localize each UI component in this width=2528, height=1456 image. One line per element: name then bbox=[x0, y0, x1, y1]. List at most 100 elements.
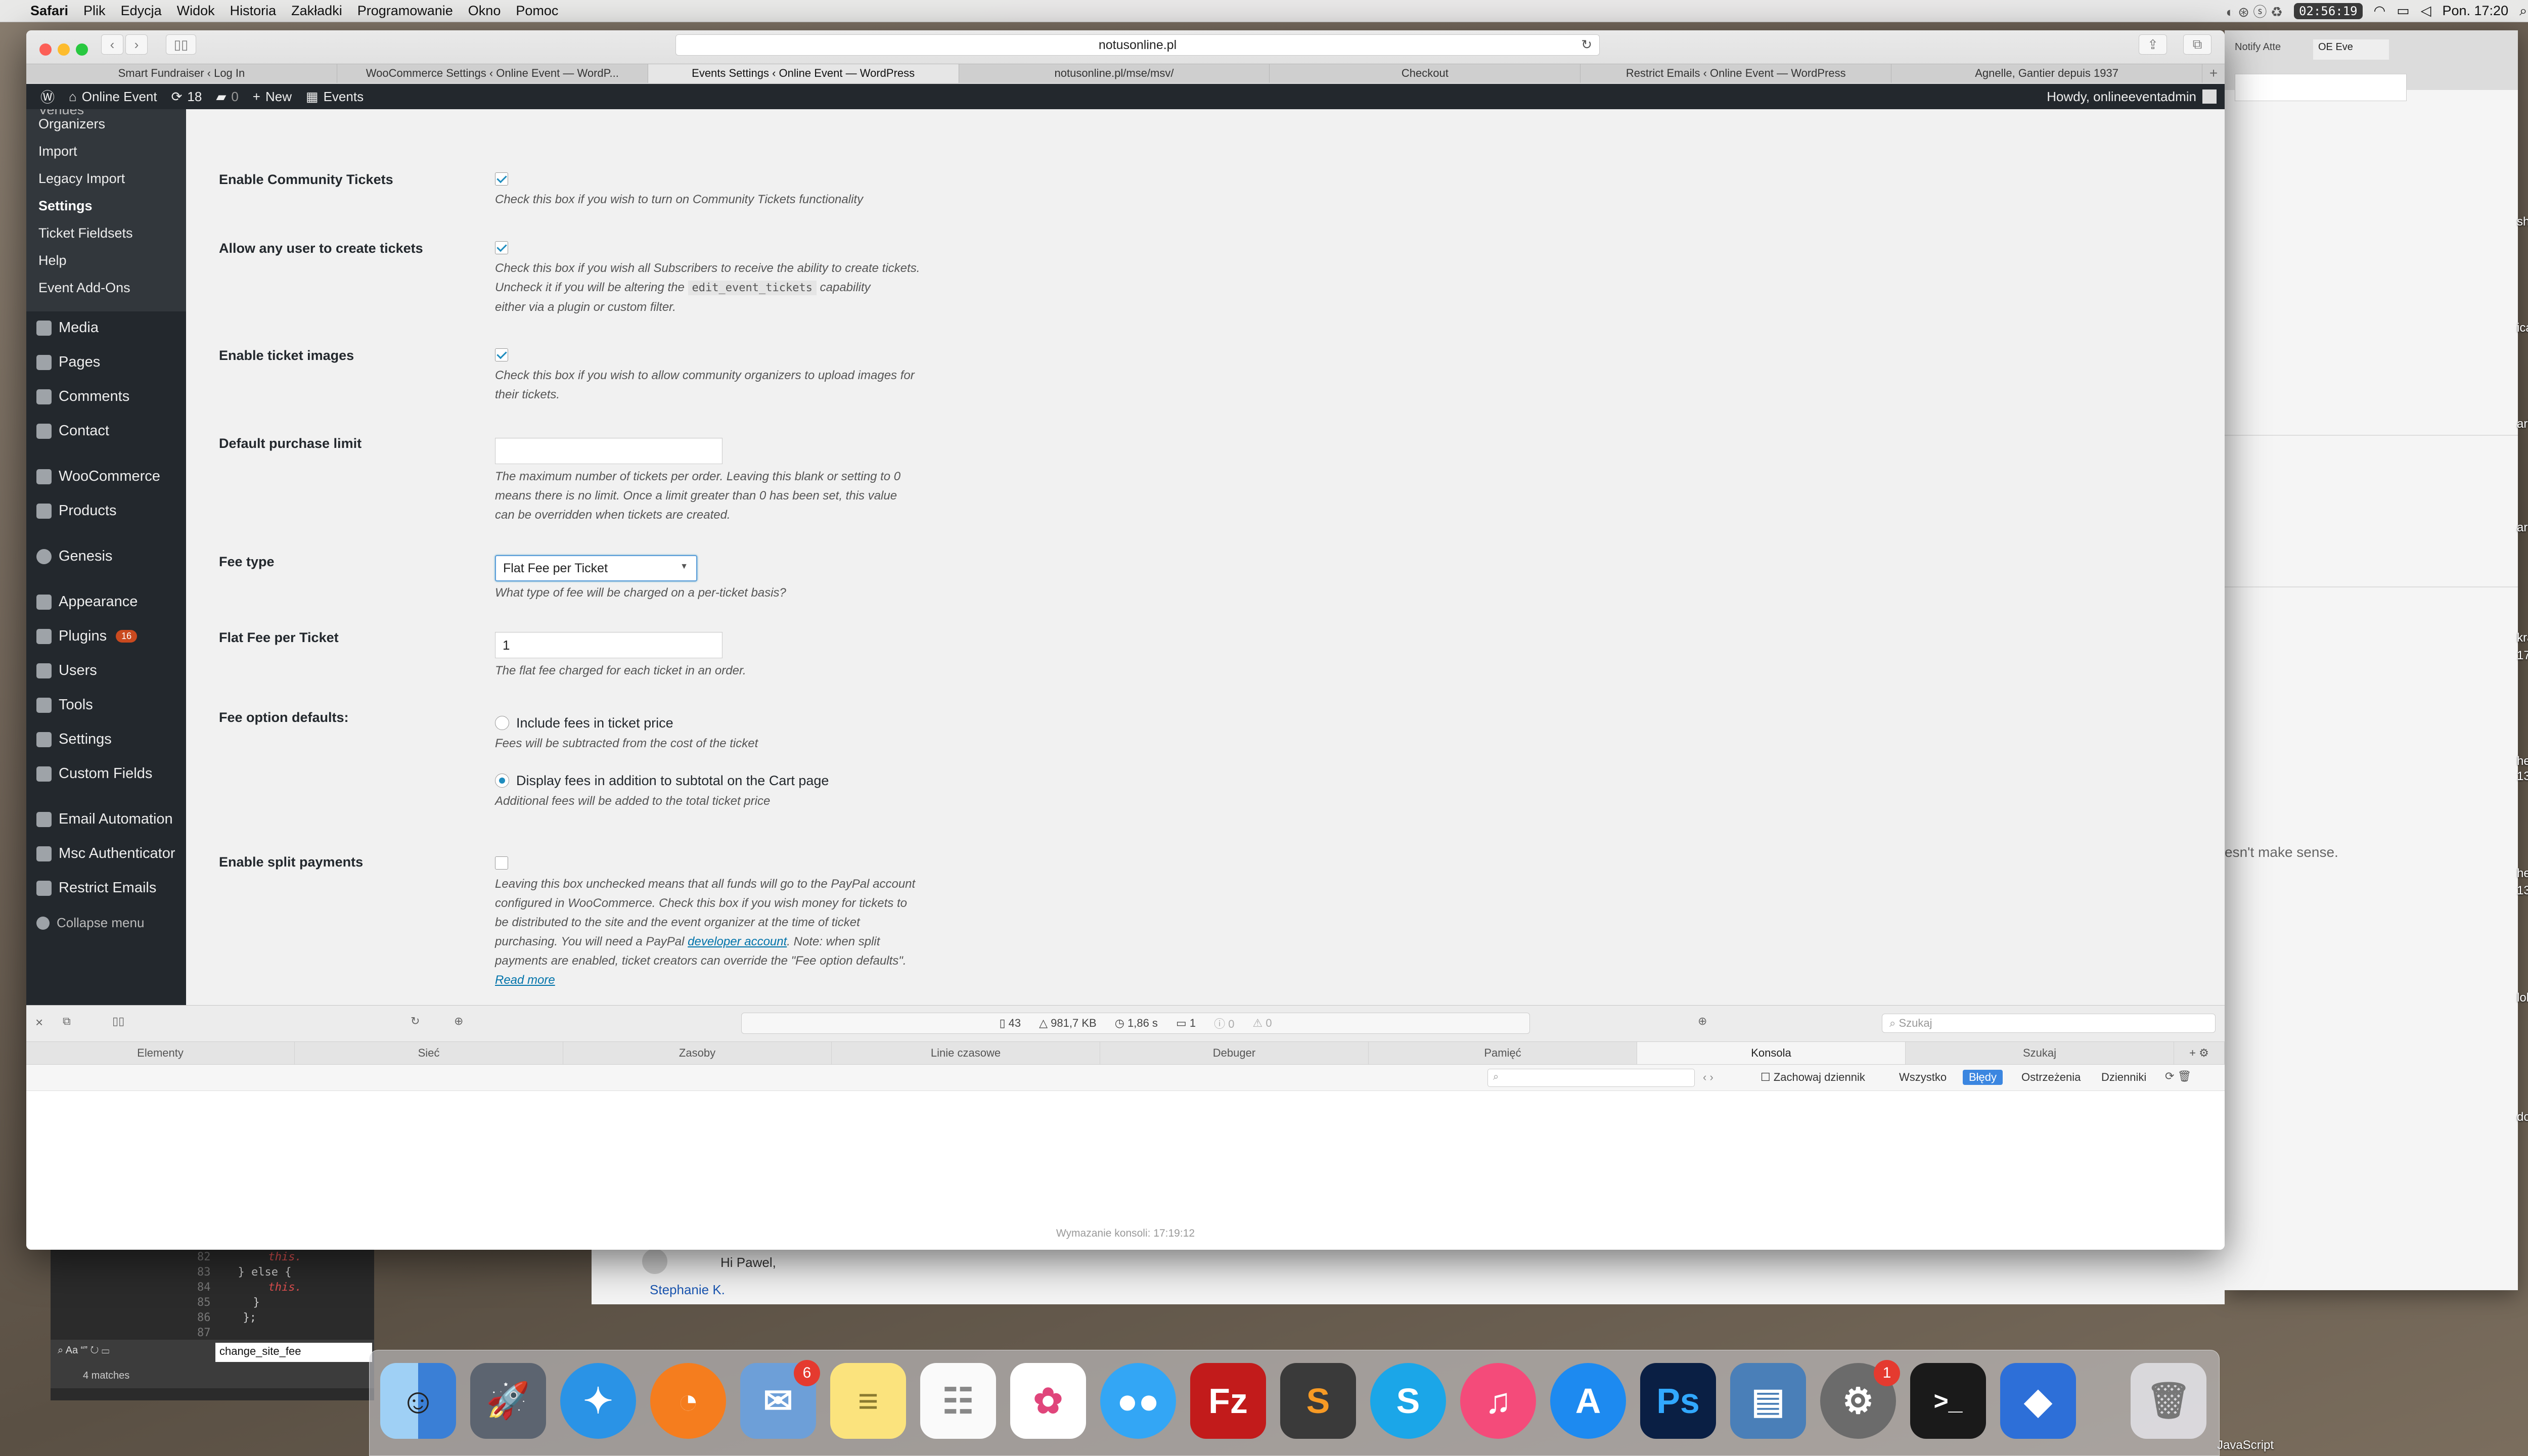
sidebar-item-pages[interactable]: Pages bbox=[36, 354, 100, 371]
clock-text[interactable]: Pon. 17:20 bbox=[2442, 3, 2508, 19]
forward-button[interactable]: › bbox=[125, 34, 148, 55]
tab-smart-fundraiser[interactable]: Smart Fundraiser ‹ Log In bbox=[26, 64, 337, 83]
trash-icon[interactable]: 🗑 bbox=[2131, 1363, 2206, 1439]
desktop-file-label[interactable]: shop bbox=[2517, 215, 2528, 229]
back-button[interactable]: ‹ bbox=[101, 34, 123, 55]
tab-network[interactable]: Sieć bbox=[295, 1042, 563, 1064]
download-icon[interactable]: ⊕ bbox=[454, 1015, 463, 1028]
tab-restrict-emails[interactable]: Restrict Emails ‹ Online Event — WordPre… bbox=[1581, 64, 1892, 83]
airplay-icon[interactable]: ▭ bbox=[2397, 3, 2410, 19]
checkbox-enable-split-payments[interactable] bbox=[495, 856, 508, 870]
sidebar-sub-event-addons[interactable]: Event Add-Ons bbox=[38, 280, 130, 296]
menu-help[interactable]: Pomoc bbox=[516, 3, 558, 19]
read-more-link[interactable]: Read more bbox=[495, 971, 950, 990]
notes-icon[interactable]: ≡ bbox=[830, 1363, 906, 1439]
radio-display-fees[interactable] bbox=[495, 774, 509, 788]
menu-edit[interactable]: Edycja bbox=[121, 3, 162, 19]
address-bar[interactable]: notusonline.pl ↻ bbox=[675, 34, 1600, 56]
tab-console[interactable]: Konsola bbox=[1637, 1042, 1906, 1064]
sidebar-sub-organizers[interactable]: Organizers bbox=[38, 116, 105, 132]
skype-icon[interactable]: S bbox=[1370, 1363, 1446, 1439]
sidebar-item-media[interactable]: Media bbox=[36, 320, 99, 336]
sidebar-item-users[interactable]: Users bbox=[36, 662, 97, 679]
load-time[interactable]: ◷ 1,86 s bbox=[1115, 1017, 1158, 1030]
new-content-link[interactable]: + New bbox=[253, 89, 292, 105]
sidebar-toggle-button[interactable]: ▯▯ bbox=[166, 34, 196, 55]
menu-window[interactable]: Okno bbox=[468, 3, 501, 19]
reload-icon[interactable]: ↻ bbox=[411, 1015, 420, 1028]
zoom-window-button[interactable] bbox=[76, 43, 88, 56]
tab-elements[interactable]: Elementy bbox=[26, 1042, 295, 1064]
new-tab-button[interactable]: + bbox=[2202, 64, 2225, 83]
reminders-icon[interactable]: ☷ bbox=[920, 1363, 996, 1439]
desktop-file-label[interactable]: 13082018 bbox=[2517, 769, 2528, 784]
crosshair-icon[interactable]: ⊕ bbox=[1698, 1015, 1707, 1028]
log-count[interactable]: ▭ 1 bbox=[1176, 1017, 1196, 1030]
wifi-icon[interactable]: ◠ bbox=[2374, 3, 2386, 19]
error-count[interactable]: ⓘ 0 bbox=[1214, 1015, 1234, 1031]
select-fee-type[interactable]: Flat Fee per Ticket ▼ bbox=[495, 555, 697, 581]
find-options-icons[interactable]: ⌕ Aa “” ↻ ▭ bbox=[58, 1345, 109, 1356]
sidebar-item-appearance[interactable]: Appearance bbox=[36, 594, 138, 610]
checkbox-allow-any-user[interactable] bbox=[495, 241, 508, 254]
resource-count[interactable]: ▯ 43 bbox=[999, 1017, 1021, 1030]
desktop-file-label[interactable]: documen bbox=[2517, 1110, 2528, 1124]
sidebar-item-comments[interactable]: Comments bbox=[36, 388, 129, 405]
photoshop-icon[interactable]: Ps bbox=[1640, 1363, 1716, 1439]
launchpad-icon[interactable]: 🚀 bbox=[470, 1363, 546, 1439]
terminal-icon[interactable]: >_ bbox=[1910, 1363, 1986, 1439]
menu-view[interactable]: Widok bbox=[177, 3, 215, 19]
menu-develop[interactable]: Programowanie bbox=[357, 3, 453, 19]
preview-icon[interactable]: ▤ bbox=[1730, 1363, 1806, 1439]
tab-resources[interactable]: Zasoby bbox=[563, 1042, 832, 1064]
tab-memory[interactable]: Pamięć bbox=[1369, 1042, 1637, 1064]
sidebar-item-email-automation[interactable]: Email Automation bbox=[36, 811, 173, 828]
events-link[interactable]: ▦ Events bbox=[306, 89, 364, 105]
bg-tab-2[interactable]: OE Eve bbox=[2313, 39, 2389, 60]
desktop-file-label[interactable]: arka bbox=[2517, 417, 2528, 431]
firefox-icon[interactable]: ◔ bbox=[650, 1363, 726, 1439]
dropbox-icon[interactable]: ◆ bbox=[2000, 1363, 2076, 1439]
filezilla-icon[interactable]: Fz bbox=[1190, 1363, 1266, 1439]
menu-history[interactable]: Historia bbox=[230, 3, 277, 19]
sidebar-item-tools[interactable]: Tools bbox=[36, 697, 93, 713]
filter-logs[interactable]: Dzienniki bbox=[2101, 1071, 2146, 1084]
reload-icon[interactable]: ↻ bbox=[1581, 37, 1592, 53]
site-name-link[interactable]: ⌂ Online Event bbox=[69, 89, 157, 105]
share-button[interactable]: ⇪ bbox=[2139, 34, 2167, 55]
tab-woocommerce-settings[interactable]: WooCommerce Settings ‹ Online Event — Wo… bbox=[337, 64, 648, 83]
minimize-window-button[interactable] bbox=[58, 43, 70, 56]
photos-icon[interactable]: ✿ bbox=[1010, 1363, 1086, 1439]
tab-search[interactable]: Szukaj bbox=[1906, 1042, 2174, 1064]
sidebar-item-contact[interactable]: Contact bbox=[36, 423, 109, 439]
desktop-file-label[interactable]: 17.13.44 bbox=[2517, 649, 2528, 663]
filter-all[interactable]: Wszystko bbox=[1899, 1071, 1947, 1084]
bg-tab-1[interactable]: Notify Atte bbox=[2235, 41, 2281, 53]
sidebar-item-plugins[interactable]: Plugins 16 bbox=[36, 628, 138, 645]
developer-account-link[interactable]: developer account bbox=[688, 935, 787, 948]
desktop-file-label[interactable]: arnia bbox=[2517, 521, 2528, 535]
menu-file[interactable]: Plik bbox=[83, 3, 106, 19]
desktop-file-label[interactable]: 13082018 bbox=[2517, 884, 2528, 898]
close-icon[interactable]: × bbox=[35, 1015, 43, 1030]
tab-notusonline[interactable]: notusonline.pl/mse/msv/ bbox=[959, 64, 1270, 83]
app-store-icon[interactable]: A bbox=[1550, 1363, 1626, 1439]
inspector-search-input[interactable]: ⌕ Szukaj bbox=[1882, 1014, 2216, 1033]
console-filter-input[interactable]: ⌕ bbox=[1487, 1069, 1695, 1087]
sidebar-sub-import[interactable]: Import bbox=[38, 144, 77, 159]
detach-icon[interactable]: ⧉ bbox=[63, 1015, 71, 1028]
filter-errors[interactable]: Błędy bbox=[1963, 1070, 2003, 1085]
timer-badge[interactable]: 02:56:19 bbox=[2294, 3, 2363, 19]
sidebar-item-woocommerce[interactable]: WooCommerce bbox=[36, 468, 160, 485]
clear-console-icon[interactable]: ⟳ 🗑 bbox=[2165, 1070, 2191, 1083]
sidebar-sub-ticket-fieldsets[interactable]: Ticket Fieldsets bbox=[38, 225, 133, 241]
tab-events-settings[interactable]: Events Settings ‹ Online Event — WordPre… bbox=[648, 64, 959, 83]
sidebar-item-restrict-emails[interactable]: Restrict Emails bbox=[36, 880, 156, 896]
find-input[interactable]: change_site_fee bbox=[215, 1343, 372, 1362]
sidebar-sub-help[interactable]: Help bbox=[38, 253, 67, 268]
sidebar-item-msc-authenticator[interactable]: Msc Authenticator bbox=[36, 845, 175, 862]
sidebar-item-products[interactable]: Products bbox=[36, 503, 116, 519]
tab-timelines[interactable]: Linie czasowe bbox=[832, 1042, 1100, 1064]
status-icons[interactable]: ◐ ⊛ ⓢ ♻ bbox=[2226, 1, 2283, 21]
sidebar-item-genesis[interactable]: Genesis bbox=[36, 548, 112, 565]
